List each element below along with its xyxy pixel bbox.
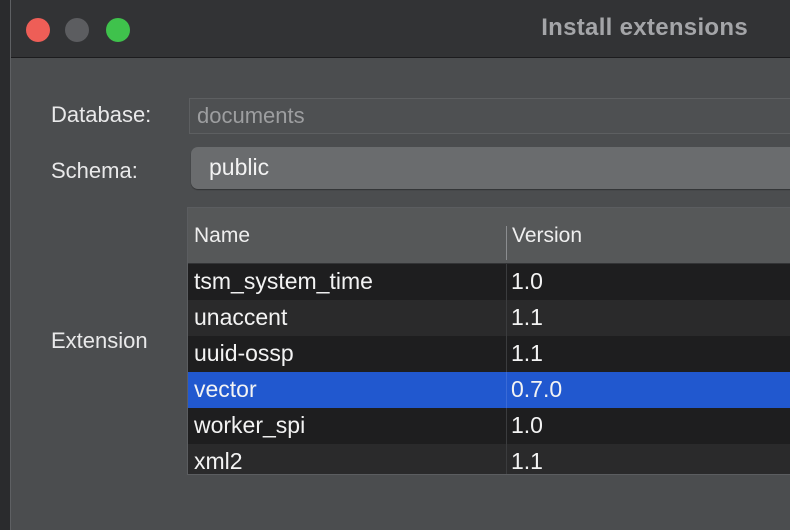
install-extensions-window: Install extensions Database: documents S… (10, 0, 790, 530)
extension-name: unaccent (194, 304, 288, 330)
close-window-icon[interactable] (26, 18, 50, 42)
schema-select[interactable]: public (191, 147, 790, 189)
cell-divider (506, 336, 507, 372)
extension-name: xml2 (194, 448, 243, 474)
database-field: documents (189, 98, 790, 134)
minimize-window-icon[interactable] (65, 18, 89, 42)
extension-name: worker_spi (194, 412, 306, 438)
extension-version: 0.7.0 (511, 376, 563, 402)
window-title: Install extensions (541, 14, 748, 41)
extension-version: 1.1 (511, 304, 543, 330)
extension-name: uuid-ossp (194, 340, 294, 366)
extension-label: Extension (51, 328, 148, 353)
column-header-name[interactable]: Name (194, 224, 250, 248)
cell-divider (506, 300, 507, 336)
table-row-selected[interactable]: vector 0.7.0 (188, 372, 790, 408)
table-row[interactable]: uuid-ossp 1.1 (188, 336, 790, 372)
database-label: Database: (51, 102, 152, 127)
table-row[interactable]: tsm_system_time 1.0 (188, 264, 790, 300)
cell-divider (506, 372, 507, 408)
title-bar[interactable]: Install extensions (11, 0, 790, 58)
cell-divider (506, 444, 507, 474)
extensions-table[interactable]: Name Version tsm_system_time 1.0 unaccen… (187, 207, 790, 475)
extension-version: 1.0 (511, 268, 543, 294)
column-header-version[interactable]: Version (512, 224, 582, 248)
extension-name: tsm_system_time (194, 268, 373, 294)
cell-divider (506, 264, 507, 300)
column-divider[interactable] (506, 226, 507, 260)
table-row[interactable]: unaccent 1.1 (188, 300, 790, 336)
extension-name: vector (194, 376, 257, 402)
table-row[interactable]: xml2 1.1 (188, 444, 790, 474)
table-header: Name Version (188, 208, 790, 264)
extension-version: 1.0 (511, 412, 543, 438)
cell-divider (506, 408, 507, 444)
extension-version: 1.1 (511, 448, 543, 474)
table-row[interactable]: worker_spi 1.0 (188, 408, 790, 444)
schema-label: Schema: (51, 158, 138, 183)
zoom-window-icon[interactable] (106, 18, 130, 42)
extension-version: 1.1 (511, 340, 543, 366)
